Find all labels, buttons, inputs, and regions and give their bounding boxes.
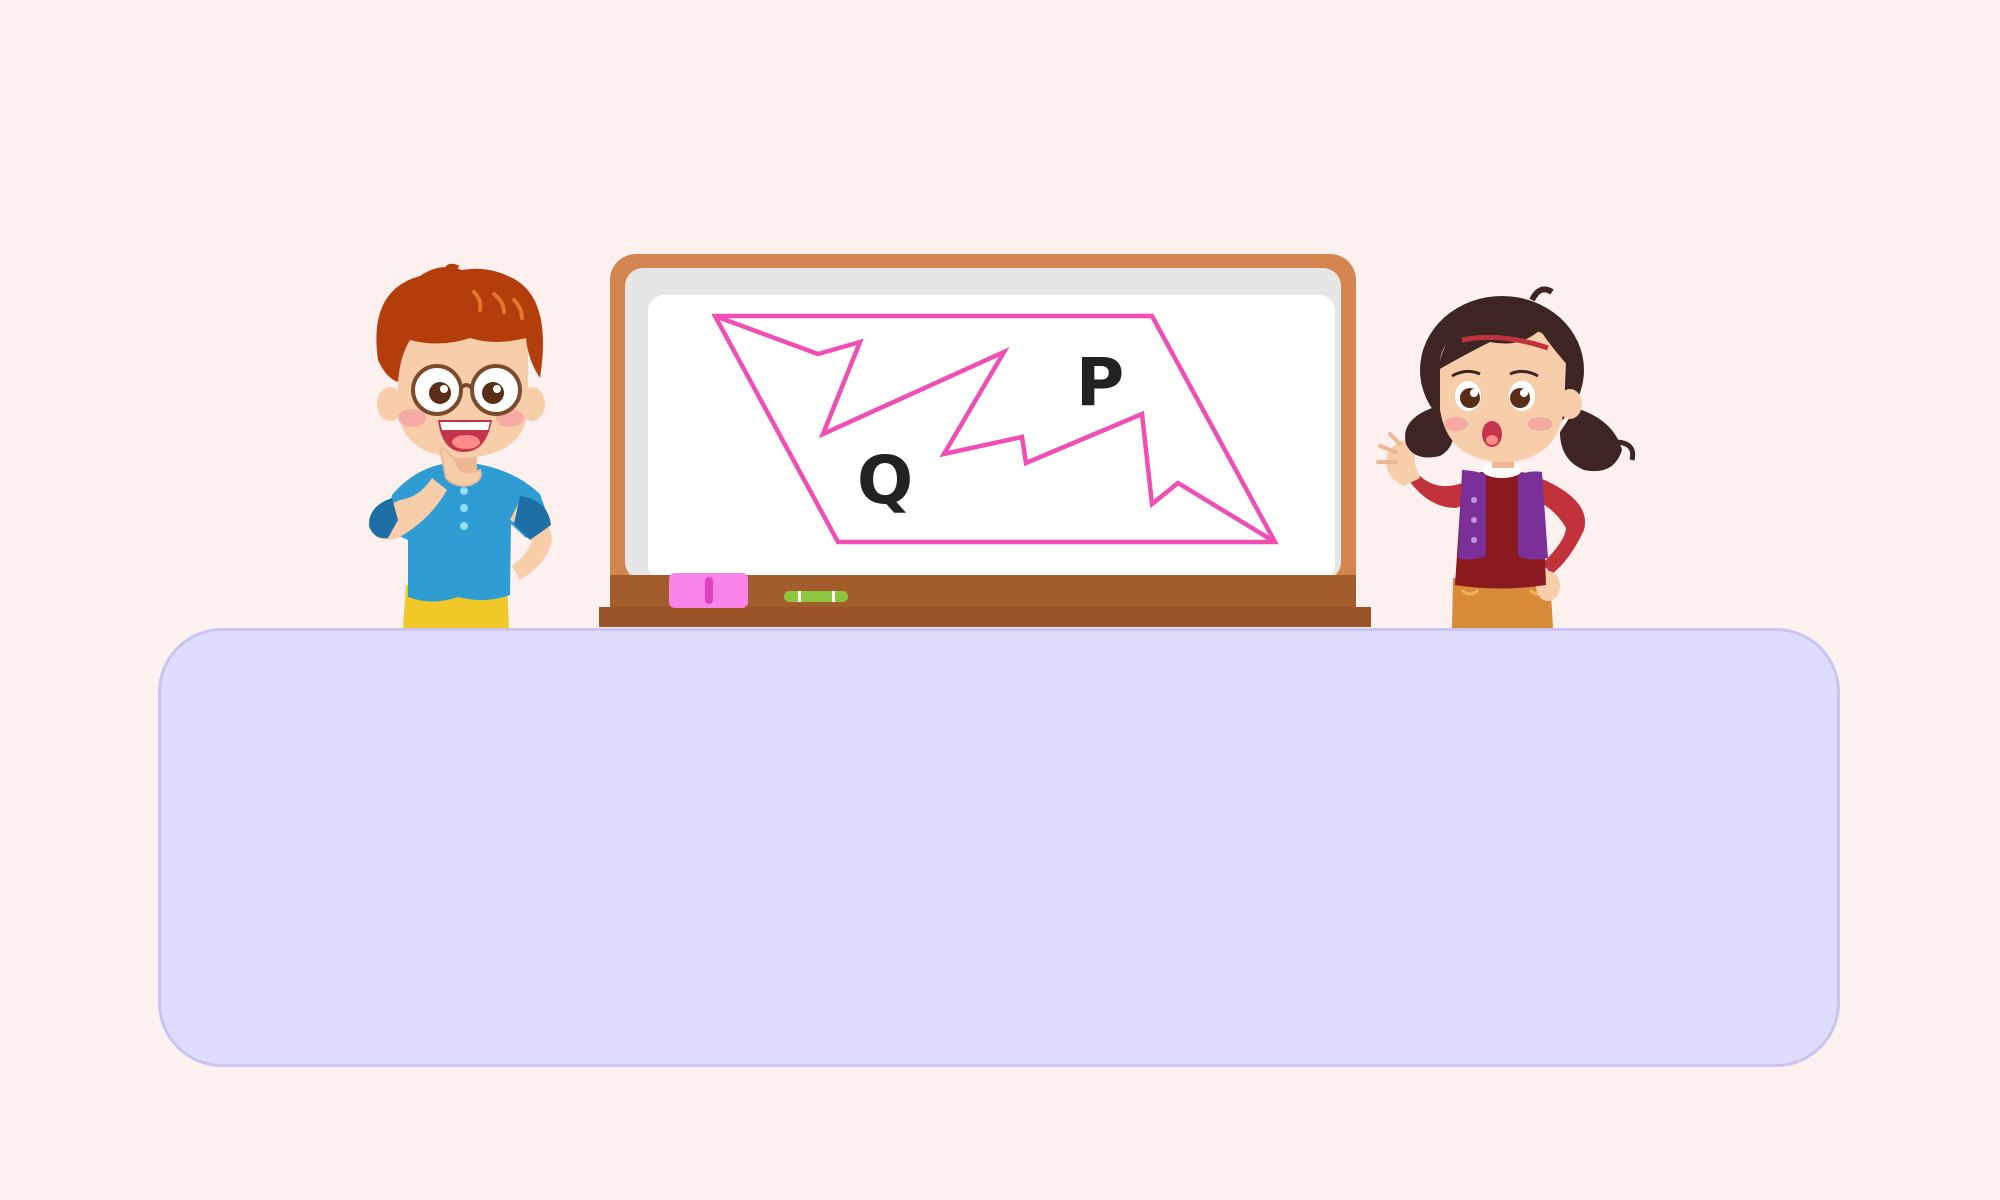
info-panel — [158, 628, 1840, 1067]
scene: Q P — [0, 0, 2000, 1200]
whiteboard-surface — [648, 295, 1335, 581]
region-label-p: P — [1076, 344, 1124, 421]
girl-vest-left — [1458, 470, 1486, 560]
region-label-q: Q — [857, 442, 913, 519]
boy-character — [368, 263, 552, 628]
whiteboard: Q P — [599, 254, 1371, 627]
marker-icon — [784, 591, 848, 602]
whiteboard-ledge — [599, 607, 1371, 627]
girl-character — [1376, 286, 1636, 628]
